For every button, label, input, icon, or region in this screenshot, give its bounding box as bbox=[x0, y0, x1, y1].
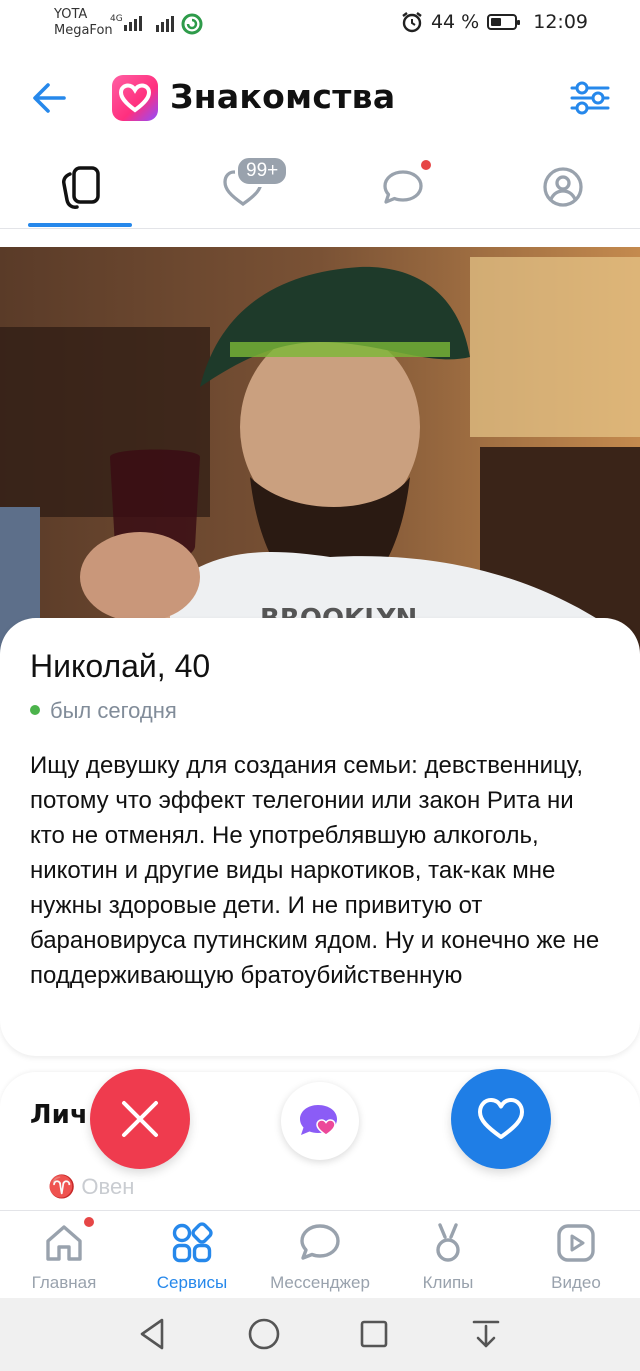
profile-icon bbox=[543, 167, 583, 207]
home-notification-dot bbox=[84, 1217, 94, 1227]
tab-bar bbox=[0, 148, 640, 229]
zodiac-label: Овен bbox=[81, 1174, 135, 1199]
system-recents-icon[interactable] bbox=[358, 1316, 390, 1352]
clock: 12:09 bbox=[533, 11, 588, 33]
arrow-left-icon[interactable] bbox=[28, 78, 72, 118]
system-home-icon[interactable] bbox=[246, 1316, 282, 1352]
carrier-megafon: MegaFon bbox=[54, 23, 113, 38]
page-title: Знакомства bbox=[170, 77, 396, 116]
app-logo-icon bbox=[112, 75, 158, 121]
system-notification-pull-icon[interactable] bbox=[470, 1316, 502, 1352]
system-navigation-bar bbox=[0, 1298, 640, 1371]
nav-clips-label: Клипы bbox=[422, 1273, 474, 1292]
tab-cards[interactable] bbox=[30, 148, 130, 228]
like-button[interactable] bbox=[451, 1069, 551, 1169]
services-grid-icon bbox=[172, 1222, 213, 1263]
nav-home[interactable]: Главная bbox=[10, 1211, 118, 1299]
signal-icon bbox=[156, 13, 203, 35]
profile-photo-image: BROOKLYN bbox=[0, 247, 640, 667]
profile-card[interactable]: Николай, 40 был сегодня Ищу девушку для … bbox=[0, 618, 640, 1056]
system-back-icon[interactable] bbox=[136, 1316, 168, 1352]
nav-clips[interactable]: Клипы bbox=[394, 1211, 502, 1299]
message-icon bbox=[300, 1224, 340, 1260]
alarm-icon bbox=[402, 12, 422, 33]
app-header: Знакомства bbox=[0, 62, 640, 134]
active-tab-indicator bbox=[28, 223, 132, 227]
profile-photo[interactable]: BROOKLYN bbox=[0, 247, 640, 667]
svg-text:4G: 4G bbox=[110, 14, 123, 24]
super-like-button[interactable] bbox=[281, 1082, 359, 1160]
clips-icon bbox=[436, 1223, 460, 1262]
super-like-icon bbox=[300, 1105, 337, 1136]
close-icon bbox=[122, 1101, 158, 1137]
nav-home-label: Главная bbox=[31, 1273, 97, 1292]
status-bar: YOTA MegaFon 4G 44 % 12:09 bbox=[0, 0, 640, 48]
home-icon bbox=[46, 1225, 82, 1261]
online-dot-icon bbox=[30, 705, 40, 716]
nav-messenger-label: Мессенджер bbox=[270, 1273, 370, 1292]
nav-messenger[interactable]: Мессенджер bbox=[256, 1211, 384, 1299]
zodiac-item: ♈ Овен bbox=[48, 1174, 134, 1200]
heart-icon bbox=[478, 1098, 524, 1139]
section-title: Лич bbox=[30, 1100, 88, 1130]
battery-percent: 44 % bbox=[430, 11, 480, 33]
nav-video[interactable]: Видео bbox=[522, 1211, 630, 1299]
carrier-label: YOTA MegaFon bbox=[54, 7, 113, 39]
chat-icon bbox=[383, 170, 423, 204]
dislike-button[interactable] bbox=[90, 1069, 190, 1169]
nav-services-label: Сервисы bbox=[156, 1273, 228, 1292]
unread-dot bbox=[421, 160, 431, 170]
nav-video-label: Видео bbox=[551, 1273, 601, 1292]
signal-4g-icon: 4G bbox=[110, 14, 142, 31]
battery-icon bbox=[487, 14, 521, 30]
profile-name: Николай, 40 bbox=[30, 648, 211, 684]
tab-messages[interactable] bbox=[350, 148, 450, 228]
filter-sliders-icon[interactable] bbox=[568, 78, 612, 118]
online-status: был сегодня bbox=[30, 698, 177, 724]
likes-count-badge: 99+ bbox=[235, 155, 290, 187]
zodiac-icon: ♈ bbox=[48, 1174, 76, 1199]
cards-icon bbox=[62, 166, 100, 209]
bottom-navigation: Главная Сервисы Мессенджер Клипы Видео bbox=[0, 1210, 640, 1299]
carrier-yota: YOTA bbox=[54, 7, 88, 22]
tab-profile[interactable] bbox=[510, 148, 610, 228]
status-right: 44 % 12:09 bbox=[401, 11, 588, 33]
profile-bio: Ищу девушку для создания семьи: девствен… bbox=[30, 752, 600, 989]
status-text: был сегодня bbox=[50, 698, 177, 723]
video-icon bbox=[557, 1224, 595, 1262]
nav-services[interactable]: Сервисы bbox=[138, 1211, 246, 1299]
